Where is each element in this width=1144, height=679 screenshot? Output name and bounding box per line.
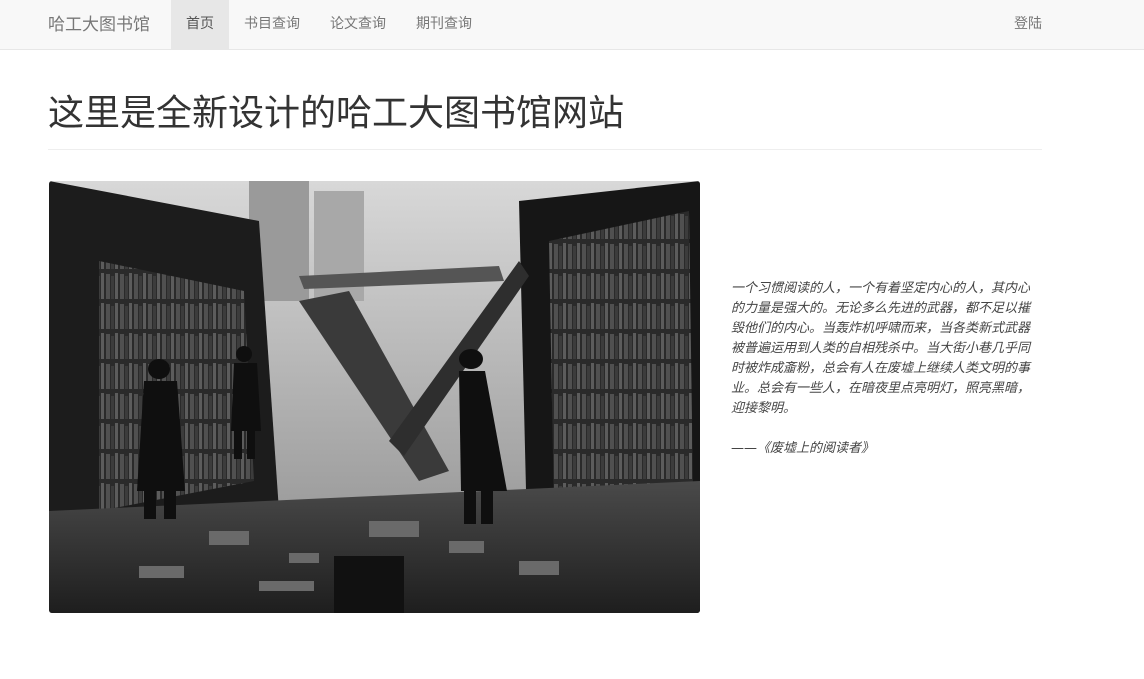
login-link[interactable]: 登陆 — [1000, 0, 1056, 49]
nav-item-catalog-search[interactable]: 书目查询 — [229, 0, 315, 49]
quote-text: 一个习惯阅读的人，一个有着坚定内心的人，其内心的力量是强大的。无论多么先进的武器… — [731, 281, 1031, 416]
library-ruins-photo — [49, 181, 700, 613]
nav-item-journal-search[interactable]: 期刊查询 — [401, 0, 487, 49]
brand-link[interactable]: 哈工大图书馆 — [48, 0, 150, 50]
top-navbar: 哈工大图书馆 首页 书目查询 论文查询 期刊查询 登陆 — [0, 0, 1144, 50]
nav-item-thesis-search[interactable]: 论文查询 — [315, 0, 401, 49]
nav-item-home[interactable]: 首页 — [171, 0, 229, 49]
page-title: 这里是全新设计的哈工大图书馆网站 — [48, 93, 625, 134]
title-divider — [48, 149, 1042, 150]
quote-source: ——《废墟上的阅读者》 — [731, 441, 875, 456]
